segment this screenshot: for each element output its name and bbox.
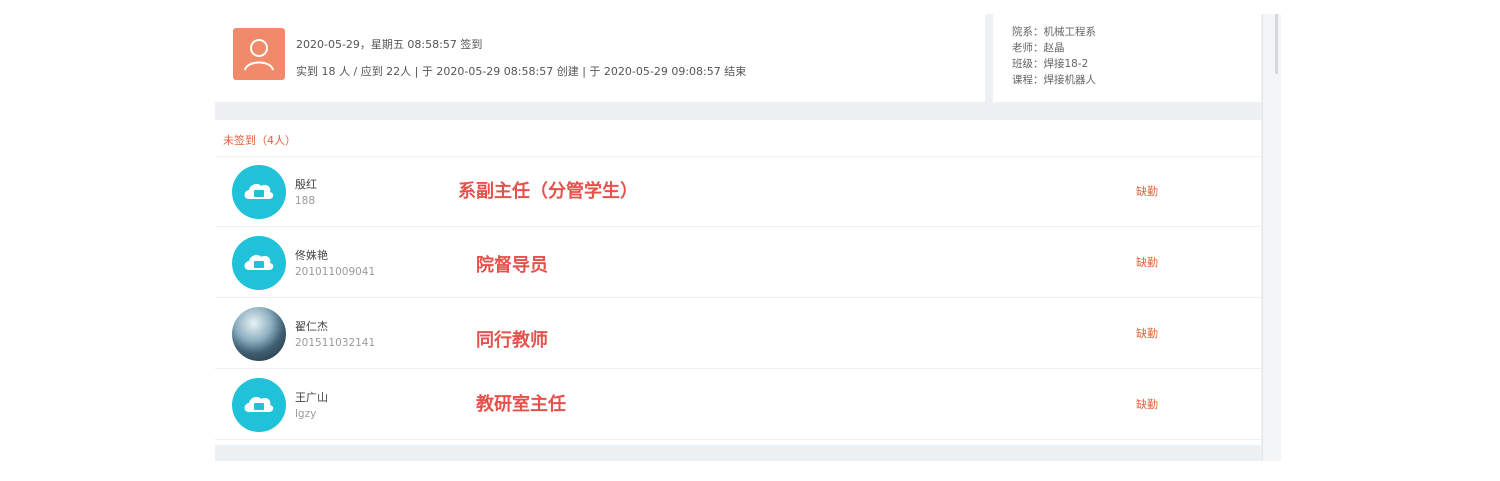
attendance-summary-card: 2020-05-29，星期五 08:58:57 签到 实到 18 人 / 应到 … [215, 14, 985, 102]
absence-status-link[interactable]: 缺勤 [1136, 183, 1158, 199]
role-annotation: 系副主任（分管学生） [458, 181, 638, 202]
person-id: lgzy [295, 408, 317, 420]
class-label: 班级：焊接18-2 [1012, 58, 1089, 70]
course-label: 课程：焊接机器人 [1012, 74, 1096, 86]
scrollbar-thumb[interactable] [1275, 14, 1278, 74]
cloud-icon [232, 236, 286, 290]
list-item: 翟仁杰 201511032141 同行教师 缺勤 [215, 298, 1261, 369]
teacher-label: 老师：赵晶 [1012, 42, 1065, 54]
department-label: 院系：机械工程系 [1012, 26, 1096, 38]
avatar-photo [232, 307, 286, 361]
person-id: 188 [295, 195, 316, 207]
person-name: 殷红 [295, 178, 317, 191]
attendance-stats: 实到 18 人 / 应到 22人 | 于 2020-05-29 08:58:57… [296, 65, 747, 78]
absence-status-link[interactable]: 缺勤 [1136, 254, 1158, 270]
person-id: 201011009041 [295, 266, 376, 278]
person-name: 翟仁杰 [295, 320, 328, 333]
absence-status-link[interactable]: 缺勤 [1136, 396, 1158, 412]
list-item: 殷红 188 系副主任（分管学生） 缺勤 [215, 156, 1261, 227]
checkin-time: 2020-05-29，星期五 08:58:57 签到 [296, 38, 483, 51]
role-annotation: 教研室主任 [476, 394, 566, 415]
list-item: 佟姝艳 201011009041 院督导员 缺勤 [215, 227, 1261, 298]
absence-status-link[interactable]: 缺勤 [1136, 325, 1158, 341]
role-annotation: 同行教师 [476, 330, 548, 351]
cloud-icon [232, 378, 286, 432]
person-name: 王广山 [295, 391, 328, 404]
role-annotation: 院督导员 [476, 255, 548, 276]
person-id: 201511032141 [295, 337, 376, 349]
absent-section-title: 未签到（4人） [223, 134, 296, 147]
course-info-card: 院系：机械工程系 老师：赵晶 班级：焊接18-2 课程：焊接机器人 [993, 14, 1261, 102]
divider [215, 439, 1261, 440]
person-name: 佟姝艳 [295, 249, 328, 262]
cloud-icon [232, 165, 286, 219]
absent-list-card: 未签到（4人） 殷红 188 系副主任（分管学生） 缺勤 佟姝艳 2010110… [215, 120, 1261, 445]
user-icon [233, 28, 285, 80]
scrollbar[interactable] [1262, 14, 1281, 461]
list-item: 王广山 lgzy 教研室主任 缺勤 [215, 369, 1261, 440]
